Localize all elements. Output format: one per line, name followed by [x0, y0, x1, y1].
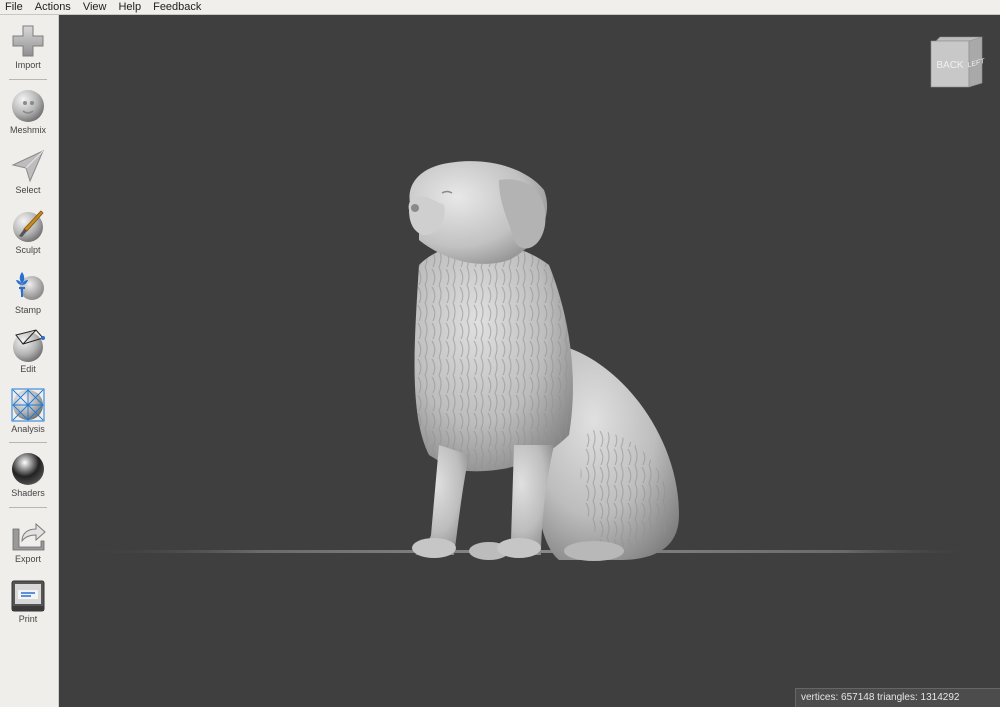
menu-feedback[interactable]: Feedback — [148, 0, 208, 14]
tool-shaders-button[interactable]: Shaders — [0, 451, 56, 499]
tool-print-button[interactable]: Print — [0, 577, 56, 625]
menu-help[interactable]: Help — [113, 0, 148, 14]
toolbar-divider — [9, 442, 47, 443]
sculpt-brush-icon — [10, 208, 46, 244]
plus-icon — [10, 23, 46, 59]
stamp-fleur-icon — [10, 268, 46, 304]
select-arrow-icon — [10, 148, 46, 184]
edit-wireframe-icon — [10, 327, 46, 363]
tool-analysis-button[interactable]: Analysis — [0, 387, 56, 435]
tool-sculpt-label: Sculpt — [15, 245, 41, 255]
meshmix-bunny-icon — [10, 88, 46, 124]
dog-model-scene[interactable] — [59, 15, 1000, 707]
tool-meshmix-label: Meshmix — [9, 125, 46, 135]
tool-select-label: Select — [15, 185, 41, 195]
menu-file[interactable]: File — [0, 0, 30, 14]
tool-analysis-label: Analysis — [11, 424, 45, 434]
tool-import-label: Import — [15, 60, 41, 70]
mesh-stats-status: vertices: 657148 triangles: 1314292 — [795, 688, 1000, 707]
shader-sphere-icon — [10, 451, 46, 487]
toolbar-divider — [9, 79, 47, 80]
3d-viewport[interactable]: BACK LEFT vertices: 657148 triangles: 13… — [59, 15, 1000, 707]
tool-export-button[interactable]: Export — [0, 517, 56, 565]
analysis-mesh-icon — [10, 387, 46, 423]
tool-edit-label: Edit — [20, 364, 36, 374]
tool-meshmix-button[interactable]: Meshmix — [0, 88, 56, 136]
printer-icon — [10, 577, 46, 613]
tool-import-button[interactable]: Import — [0, 23, 56, 71]
dog-sculpture — [408, 161, 679, 561]
menu-view[interactable]: View — [78, 0, 114, 14]
tool-shaders-label: Shaders — [11, 488, 45, 498]
toolbar-divider — [9, 507, 47, 508]
tool-stamp-button[interactable]: Stamp — [0, 268, 56, 316]
tool-print-label: Print — [18, 614, 38, 624]
tool-stamp-label: Stamp — [14, 305, 41, 315]
tool-select-button[interactable]: Select — [0, 148, 56, 196]
menu-bar: File Actions View Help Feedback — [0, 0, 1000, 15]
tool-export-label: Export — [14, 554, 41, 564]
tool-edit-button[interactable]: Edit — [0, 327, 56, 375]
export-arrow-icon — [10, 517, 46, 553]
tool-palette: Import Meshmix Select Sculpt Stamp Edit … — [0, 15, 59, 707]
tool-sculpt-button[interactable]: Sculpt — [0, 208, 56, 256]
menu-actions[interactable]: Actions — [30, 0, 78, 14]
